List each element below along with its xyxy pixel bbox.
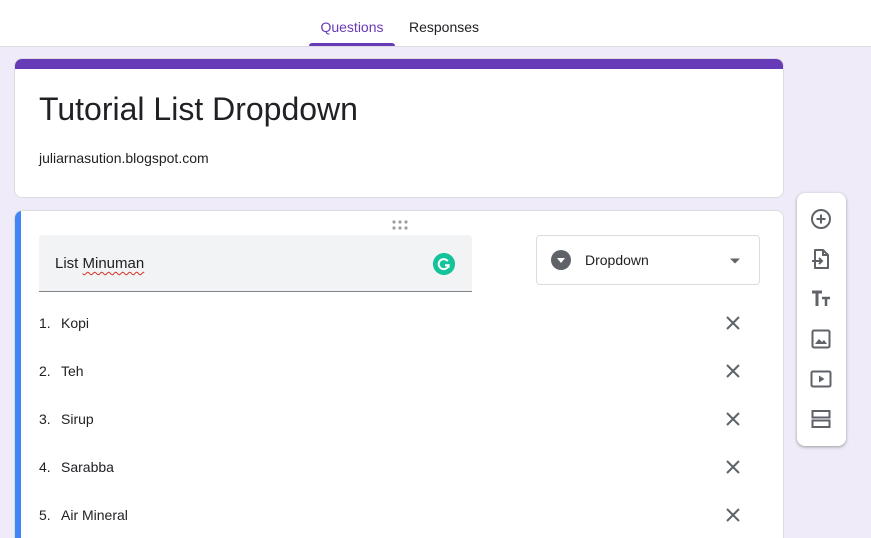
form-title[interactable]: Tutorial List Dropdown (39, 91, 358, 128)
option-number: 4. (39, 459, 51, 475)
option-label[interactable]: Teh (61, 363, 84, 379)
option-number: 1. (39, 315, 51, 331)
option-label[interactable]: Sirup (61, 411, 94, 427)
active-question-bar (15, 211, 21, 538)
tab-questions[interactable]: Questions (309, 0, 395, 47)
list-item: 1. Kopi (39, 299, 769, 347)
question-type-label: Dropdown (585, 252, 649, 268)
option-number: 5. (39, 507, 51, 523)
options-list: 1. Kopi 2. Teh 3. Sirup 4. Sarabba 5. Ai… (39, 299, 769, 538)
list-item: 4. Sarabba (39, 443, 769, 491)
close-icon[interactable] (721, 359, 745, 383)
close-icon[interactable] (721, 407, 745, 431)
add-image-icon[interactable] (809, 327, 833, 351)
list-item: 5. Air Mineral (39, 491, 769, 538)
question-type-dropdown[interactable]: Dropdown (536, 235, 760, 285)
question-title-input[interactable]: List Minuman (39, 235, 472, 292)
close-icon[interactable] (721, 503, 745, 527)
option-label[interactable]: Sarabba (61, 459, 114, 475)
tab-responses[interactable]: Responses (401, 0, 487, 47)
add-section-icon[interactable] (809, 407, 833, 431)
title-card-accent (15, 59, 783, 69)
grammarly-icon[interactable] (433, 253, 455, 275)
form-description[interactable]: juliarnasution.blogspot.com (39, 150, 209, 166)
top-tab-bar: Questions Responses (0, 0, 871, 47)
option-label[interactable]: Kopi (61, 315, 89, 331)
chevron-down-icon (730, 258, 740, 264)
misspelled-word: Minuman (82, 255, 145, 272)
add-question-icon[interactable] (809, 207, 833, 231)
question-card[interactable]: List Minuman Dropdown 1. Kopi 2. Teh 3. (14, 210, 784, 538)
add-video-icon[interactable] (809, 367, 833, 391)
tab-active-indicator (309, 43, 395, 46)
dropdown-type-icon (551, 250, 571, 270)
close-icon[interactable] (721, 455, 745, 479)
question-title-text: List Minuman (55, 255, 145, 272)
list-item: 3. Sirup (39, 395, 769, 443)
form-title-card[interactable]: Tutorial List Dropdown juliarnasution.bl… (14, 58, 784, 198)
option-number: 3. (39, 411, 51, 427)
add-title-icon[interactable] (809, 287, 833, 311)
list-item: 2. Teh (39, 347, 769, 395)
import-questions-icon[interactable] (809, 247, 833, 271)
option-label[interactable]: Air Mineral (61, 507, 128, 523)
close-icon[interactable] (721, 311, 745, 335)
drag-handle-icon[interactable] (391, 219, 409, 231)
floating-toolbar (797, 193, 846, 446)
option-number: 2. (39, 363, 51, 379)
